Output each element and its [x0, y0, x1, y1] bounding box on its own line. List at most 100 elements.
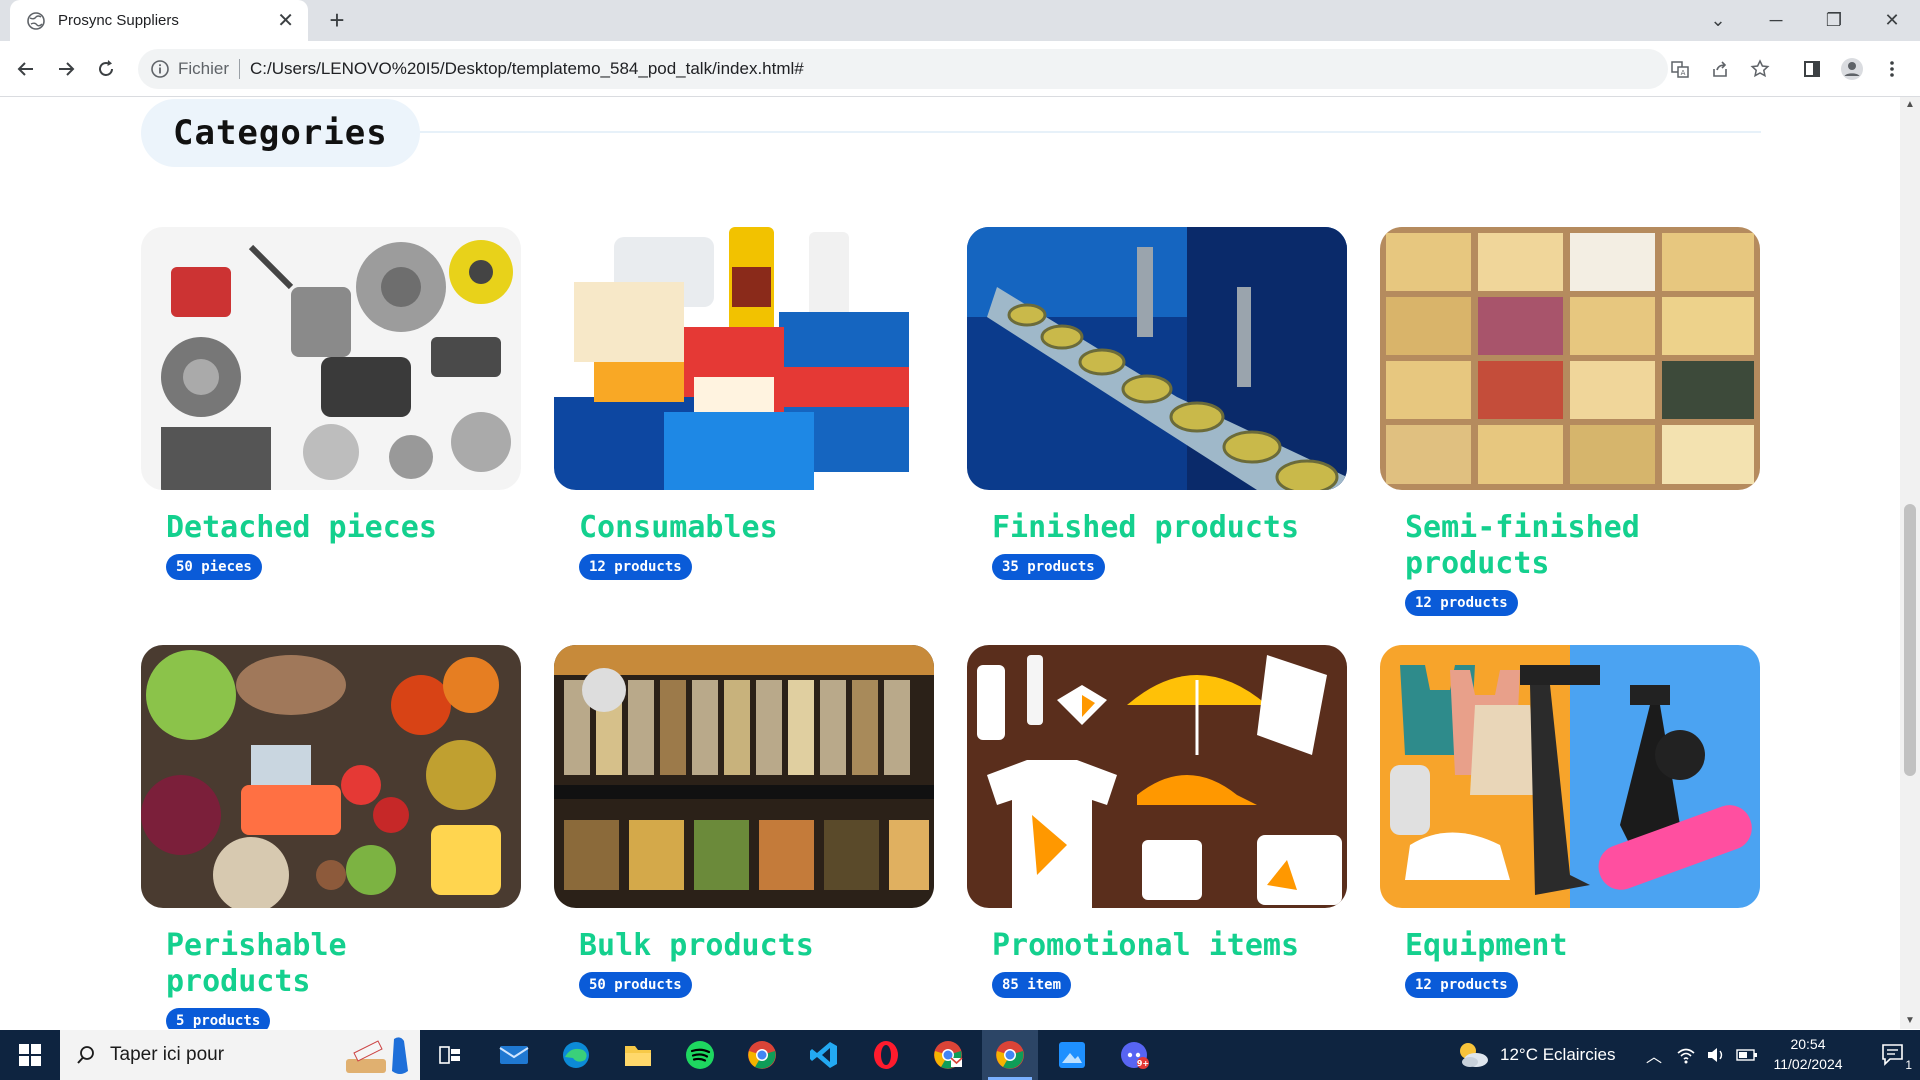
share-icon[interactable]: [1708, 57, 1732, 81]
category-count-badge: 85 item: [992, 972, 1072, 998]
new-tab-button[interactable]: +: [322, 6, 352, 36]
svg-text:A: A: [1681, 69, 1686, 77]
category-count-badge: 50 pieces: [166, 554, 262, 580]
category-image[interactable]: [141, 645, 521, 908]
search-highlight-illustration-icon: [346, 1037, 408, 1074]
start-button[interactable]: [0, 1030, 60, 1080]
browser-tab-strip: Prosync Suppliers ✕ + ⌄ ─ ❐ ✕: [0, 0, 1920, 41]
search-icon: [77, 1046, 94, 1064]
file-explorer-app[interactable]: [610, 1030, 666, 1080]
bulk-dispensers-image: [554, 645, 934, 908]
conveyor-belt-image: [967, 227, 1347, 490]
clock-date: 11/02/2024: [1773, 1056, 1843, 1072]
notification-count: 1: [1905, 1058, 1912, 1072]
taskbar-search-box[interactable]: Taper ici pour: [60, 1030, 420, 1080]
back-button[interactable]: [10, 53, 42, 85]
close-window-button[interactable]: ✕: [1864, 0, 1920, 41]
browser-menu-icon[interactable]: [1876, 53, 1908, 85]
category-card-perishable-products[interactable]: Perishable products 5 products: [141, 645, 521, 1029]
category-title[interactable]: Perishable products: [166, 928, 506, 1000]
restore-button[interactable]: ❐: [1806, 0, 1862, 41]
category-image[interactable]: [141, 227, 521, 490]
chrome-app-gmail[interactable]: [920, 1030, 976, 1080]
category-title[interactable]: Promotional items: [992, 928, 1332, 964]
auto-parts-image: [141, 227, 521, 490]
wifi-icon[interactable]: [1676, 1046, 1696, 1064]
category-title[interactable]: Detached pieces: [166, 510, 506, 546]
category-card-equipment[interactable]: Equipment 12 products: [1380, 645, 1760, 998]
tab-search-icon[interactable]: ⌄: [1690, 0, 1746, 41]
chrome-active-icon: [996, 1041, 1024, 1069]
page-scrollbar[interactable]: ▲ ▼: [1900, 97, 1920, 1029]
section-title-pill: Categories: [141, 99, 420, 167]
category-image[interactable]: [554, 645, 934, 908]
category-title[interactable]: Equipment: [1405, 928, 1745, 964]
fresh-food-image: [141, 645, 521, 908]
category-card-semi-finished-products[interactable]: Semi-finished products 12 products: [1380, 227, 1760, 616]
system-clock[interactable]: 20:54 11/02/2024: [1758, 1034, 1858, 1074]
profile-avatar-icon[interactable]: [1836, 53, 1868, 85]
fitness-equipment-image: [1380, 645, 1760, 908]
category-image[interactable]: [967, 227, 1347, 490]
category-title[interactable]: Semi-finished products: [1405, 510, 1745, 582]
vscode-app[interactable]: [796, 1030, 852, 1080]
discord-app[interactable]: 9+: [1106, 1030, 1162, 1080]
category-card-finished-products[interactable]: Finished products 35 products: [967, 227, 1347, 580]
category-image[interactable]: [1380, 645, 1760, 908]
translate-icon[interactable]: A: [1668, 57, 1692, 81]
opera-app[interactable]: [858, 1030, 914, 1080]
battery-icon[interactable]: [1736, 1048, 1758, 1062]
edge-app[interactable]: [548, 1030, 604, 1080]
protocol-label: Fichier: [178, 59, 230, 78]
category-card-detached-pieces[interactable]: Detached pieces 50 pieces: [141, 227, 521, 580]
category-count-badge: 50 products: [579, 972, 692, 998]
category-image[interactable]: [967, 645, 1347, 908]
info-icon[interactable]: [150, 59, 170, 79]
scroll-up-arrow-icon[interactable]: ▲: [1900, 97, 1920, 113]
category-image[interactable]: [554, 227, 934, 490]
category-card-bulk-products[interactable]: Bulk products 50 products: [554, 645, 934, 998]
notification-icon: [1882, 1044, 1903, 1066]
spotify-icon: [686, 1041, 714, 1069]
category-card-promotional-items[interactable]: Promotional items 85 item: [967, 645, 1347, 998]
category-card-consumables[interactable]: Consumables 12 products: [554, 227, 934, 580]
vscode-icon: [810, 1042, 837, 1068]
address-bar[interactable]: Fichier C:/Users/LENOVO%20I5/Desktop/tem…: [138, 49, 1770, 89]
side-panel-icon[interactable]: [1796, 53, 1828, 85]
category-title[interactable]: Finished products: [992, 510, 1332, 546]
weather-widget[interactable]: 12°C Eclaircies: [1456, 1030, 1615, 1080]
category-title[interactable]: Consumables: [579, 510, 919, 546]
minimize-button[interactable]: ─: [1748, 0, 1804, 41]
chrome-app-profile[interactable]: [734, 1030, 790, 1080]
windows-taskbar: Taper ici pour 9+ 12°C Eclaircies ︿ 20:5…: [0, 1030, 1920, 1080]
photos-app[interactable]: [1044, 1030, 1100, 1080]
opera-icon: [874, 1041, 898, 1069]
promotional-merch-image: [967, 645, 1347, 908]
spotify-app[interactable]: [672, 1030, 728, 1080]
notification-center-button[interactable]: 1: [1868, 1030, 1920, 1080]
url-text[interactable]: C:/Users/LENOVO%20I5/Desktop/templatemo_…: [250, 59, 804, 79]
task-view-button[interactable]: [422, 1030, 478, 1080]
speaker-icon[interactable]: [1706, 1046, 1726, 1064]
chrome-app-active[interactable]: [982, 1030, 1038, 1080]
reload-button[interactable]: [90, 53, 122, 85]
chevron-up-icon[interactable]: ︿: [1646, 1043, 1662, 1067]
bookmark-star-icon[interactable]: [1748, 57, 1772, 81]
forward-button[interactable]: [50, 53, 82, 85]
search-placeholder: Taper ici pour: [110, 1044, 225, 1065]
categories-header: Categories: [141, 99, 1761, 167]
header-divider: [341, 131, 1761, 133]
close-tab-icon[interactable]: ✕: [277, 11, 294, 31]
page-viewport: Categories Detached pieces 50 pieces Con…: [0, 97, 1900, 1029]
mail-app[interactable]: [486, 1030, 542, 1080]
section-title: Categories: [173, 113, 388, 153]
browser-tab[interactable]: Prosync Suppliers ✕: [10, 0, 308, 41]
clock-time: 20:54: [1790, 1036, 1826, 1052]
system-tray-icons: ︿: [1646, 1030, 1758, 1080]
scroll-down-arrow-icon[interactable]: ▼: [1900, 1013, 1920, 1029]
chrome-gmail-icon: [934, 1041, 963, 1069]
category-count-badge: 12 products: [579, 554, 692, 580]
scrollbar-thumb[interactable]: [1904, 504, 1916, 776]
category-title[interactable]: Bulk products: [579, 928, 919, 964]
category-image[interactable]: [1380, 227, 1760, 490]
